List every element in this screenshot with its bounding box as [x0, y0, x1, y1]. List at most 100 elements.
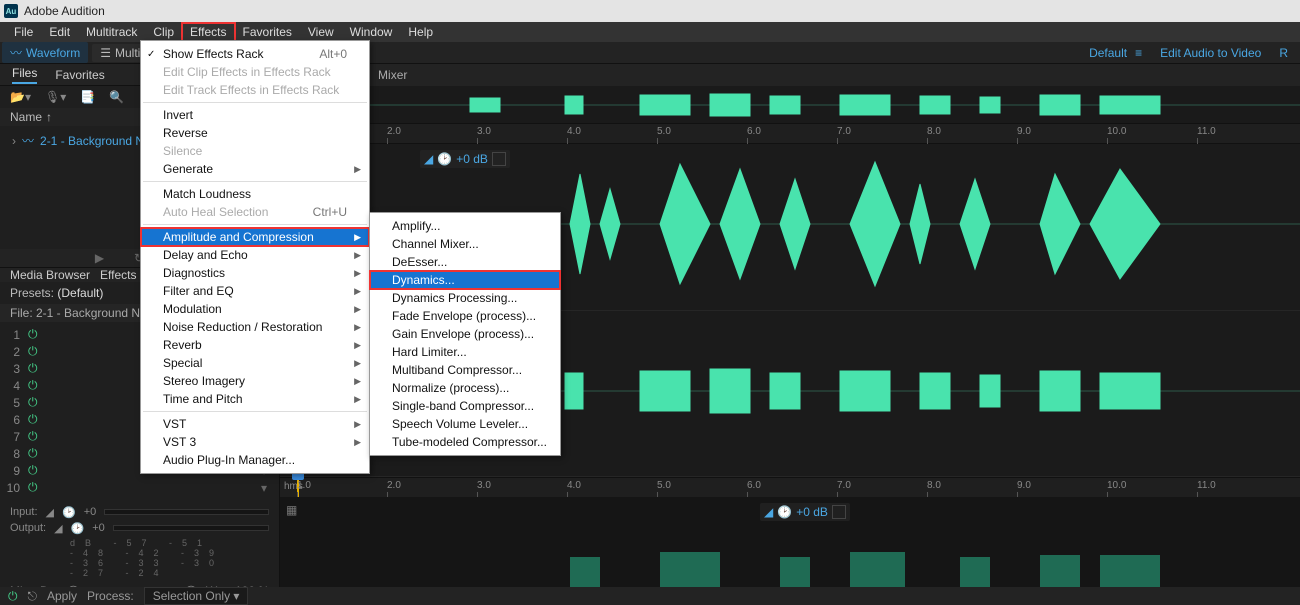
submenu-item-fade-envelope[interactable]: Fade Envelope (process)...: [370, 307, 560, 325]
io-block: Input: ◢ 🕑 +0 Output: ◢ 🕑 +0 dB -57 -51 …: [0, 500, 279, 582]
power-icon[interactable]: ⏻: [28, 344, 38, 359]
submenu-item-speech-leveler[interactable]: Speech Volume Leveler...: [370, 415, 560, 433]
output-label: Output:: [10, 522, 46, 534]
ruler-mark: 4.0: [567, 126, 581, 137]
menu-item-vst[interactable]: VST▶: [141, 415, 369, 433]
open-icon[interactable]: 📂▾: [10, 90, 31, 104]
menu-effects[interactable]: Effects: [182, 23, 234, 41]
search-icon[interactable]: 🔍: [109, 90, 124, 104]
ruler-mark: 8.0: [927, 126, 941, 137]
submenu-item-deesser[interactable]: DeEsser...: [370, 253, 560, 271]
ruler-mark: 4.0: [567, 480, 581, 491]
output-value[interactable]: +0: [92, 522, 105, 534]
power-icon[interactable]: ⏻: [28, 463, 38, 478]
menu-clip[interactable]: Clip: [145, 23, 182, 41]
workspace-more[interactable]: R: [1279, 46, 1288, 60]
power-icon[interactable]: ⏻: [28, 327, 38, 342]
power-icon[interactable]: ⏻: [28, 480, 38, 495]
menu-edit[interactable]: Edit: [41, 23, 78, 41]
status-mode-icon[interactable]: ⎋: [28, 589, 38, 604]
menu-item-edit-track-fx: Edit Track Effects in Effects Rack: [141, 81, 369, 99]
chevron-right-icon: ▶: [354, 286, 361, 297]
spectral-view[interactable]: ▦ ◢ 🕑 +0 dB: [280, 497, 1300, 587]
app-title: Adobe Audition: [24, 4, 105, 18]
submenu-item-channel-mixer[interactable]: Channel Mixer...: [370, 235, 560, 253]
menu-item-filter-eq[interactable]: Filter and EQ▶: [141, 282, 369, 300]
menu-favorites[interactable]: Favorites: [235, 23, 300, 41]
menu-help[interactable]: Help: [400, 23, 441, 41]
menu-item-special[interactable]: Special▶: [141, 354, 369, 372]
time-ruler-bottom[interactable]: hms 1.0 2.0 3.0 4.0 5.0 6.0 7.0 8.0 9.0 …: [280, 477, 1300, 497]
ruler-mark: 2.0: [387, 480, 401, 491]
record-icon[interactable]: 🎙▾: [45, 90, 66, 104]
menu-item-generate[interactable]: Generate▶: [141, 160, 369, 178]
menu-item-stereo-imagery[interactable]: Stereo Imagery▶: [141, 372, 369, 390]
menu-item-time-pitch[interactable]: Time and Pitch▶: [141, 390, 369, 408]
workspace-edit-av[interactable]: Edit Audio to Video: [1160, 46, 1261, 60]
menu-item-amplitude-compression[interactable]: Amplitude and Compression▶: [141, 228, 369, 246]
menu-window[interactable]: Window: [342, 23, 401, 41]
menu-multitrack[interactable]: Multitrack: [78, 23, 145, 41]
menu-item-vst3[interactable]: VST 3▶: [141, 433, 369, 451]
process-label: Process:: [87, 589, 134, 603]
process-dropdown[interactable]: Selection Only ▾: [144, 587, 249, 605]
submenu-item-single-band[interactable]: Single-band Compressor...: [370, 397, 560, 415]
tab-files[interactable]: Files: [12, 66, 37, 84]
submenu-item-dynamics-processing[interactable]: Dynamics Processing...: [370, 289, 560, 307]
menu-file[interactable]: File: [6, 23, 41, 41]
menu-item-reverse[interactable]: Reverse: [141, 124, 369, 142]
editor-tab-mixer[interactable]: Mixer: [378, 68, 407, 82]
input-value[interactable]: +0: [84, 506, 97, 518]
menu-bar[interactable]: File Edit Multitrack Clip Effects Favori…: [0, 22, 1300, 42]
submenu-item-normalize[interactable]: Normalize (process)...: [370, 379, 560, 397]
menu-item-diagnostics[interactable]: Diagnostics▶: [141, 264, 369, 282]
power-icon[interactable]: ⏻: [28, 412, 38, 427]
ruler-mark: 11.0: [1197, 126, 1216, 137]
menu-item-noise-reduction[interactable]: Noise Reduction / Restoration▶: [141, 318, 369, 336]
menu-item-plugin-manager[interactable]: Audio Plug-In Manager...: [141, 451, 369, 469]
submenu-item-gain-envelope[interactable]: Gain Envelope (process)...: [370, 325, 560, 343]
submenu-item-tube-compressor[interactable]: Tube-modeled Compressor...: [370, 433, 560, 451]
submenu-item-hard-limiter[interactable]: Hard Limiter...: [370, 343, 560, 361]
power-icon[interactable]: ⏻: [28, 429, 38, 444]
separator: [143, 181, 367, 182]
menu-item-delay-echo[interactable]: Delay and Echo▶: [141, 246, 369, 264]
power-icon[interactable]: ⏻: [28, 378, 38, 393]
play-icon[interactable]: ▶: [95, 251, 104, 265]
amplitude-submenu[interactable]: Amplify... Channel Mixer... DeEsser... D…: [369, 212, 561, 456]
menu-item-show-rack[interactable]: ✓Show Effects RackAlt+0: [141, 45, 369, 63]
ruler-mark: 3.0: [477, 480, 491, 491]
apply-button[interactable]: Apply: [47, 589, 77, 603]
status-bar: ⏻ ⎋ Apply Process: Selection Only ▾: [0, 587, 1300, 605]
menu-item-reverb[interactable]: Reverb▶: [141, 336, 369, 354]
menu-item-modulation[interactable]: Modulation▶: [141, 300, 369, 318]
workspace-default[interactable]: Default: [1089, 46, 1127, 60]
power-icon[interactable]: ⏻: [28, 361, 38, 376]
ruler-mark: 2.0: [387, 126, 401, 137]
power-icon[interactable]: ⏻: [28, 446, 38, 461]
waveform-mode-button[interactable]: 〰 Waveform: [2, 42, 88, 63]
ruler-mark: 11.0: [1197, 480, 1216, 491]
title-bar: Au Adobe Audition: [0, 0, 1300, 22]
tab-media-browser[interactable]: Media Browser: [10, 268, 90, 282]
import-icon[interactable]: 📑: [80, 90, 95, 104]
preset-value[interactable]: (Default): [57, 286, 103, 300]
power-icon[interactable]: ⏻: [8, 589, 18, 604]
submenu-item-multiband[interactable]: Multiband Compressor...: [370, 361, 560, 379]
multitrack-icon: ☰: [100, 46, 111, 60]
chevron-down-icon[interactable]: ▾: [261, 481, 267, 495]
menu-item-invert[interactable]: Invert: [141, 106, 369, 124]
tab-favorites[interactable]: Favorites: [55, 68, 104, 82]
effects-menu[interactable]: ✓Show Effects RackAlt+0 Edit Clip Effect…: [140, 40, 370, 474]
effect-slot[interactable]: 10⏻▾: [6, 479, 273, 496]
input-meter: [104, 509, 269, 515]
check-icon: ✓: [147, 49, 155, 60]
workspace-menu-icon[interactable]: ≡: [1135, 46, 1142, 60]
menu-view[interactable]: View: [300, 23, 342, 41]
submenu-item-amplify[interactable]: Amplify...: [370, 217, 560, 235]
time-ruler[interactable]: 1.0 2.0 3.0 4.0 5.0 6.0 7.0 8.0 9.0 10.0…: [280, 124, 1300, 144]
overview-waveform[interactable]: [280, 86, 1300, 124]
menu-item-match-loudness[interactable]: Match Loudness: [141, 185, 369, 203]
submenu-item-dynamics[interactable]: Dynamics...: [370, 271, 560, 289]
power-icon[interactable]: ⏻: [28, 395, 38, 410]
